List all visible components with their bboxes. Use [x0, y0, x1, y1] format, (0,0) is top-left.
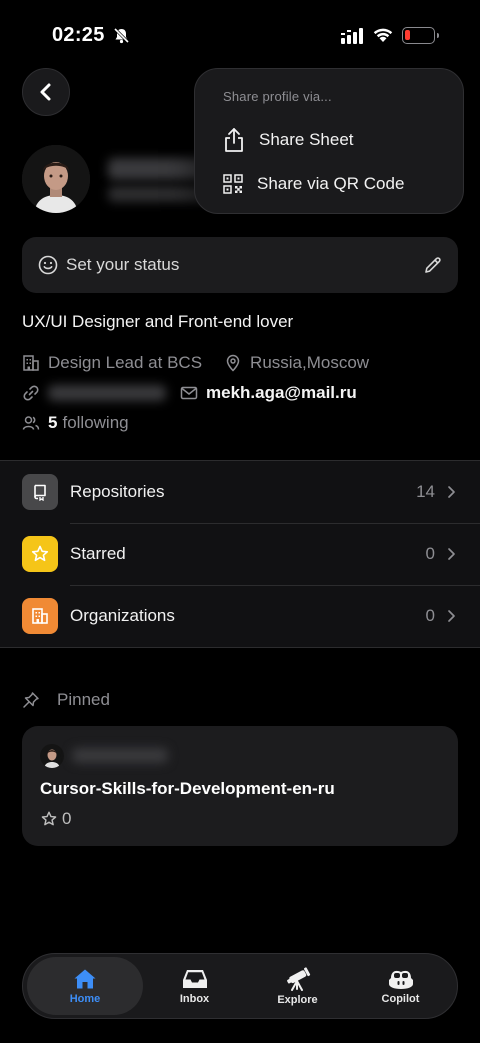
tab-copilot[interactable]: Copilot — [349, 957, 452, 1015]
clock: 02:25 — [52, 24, 105, 46]
tab-home-label: Home — [69, 992, 101, 1005]
set-status-label: Set your status — [66, 255, 180, 274]
repositories-count: 14 — [416, 482, 435, 501]
chevron-right-icon — [447, 609, 456, 623]
star-icon — [22, 536, 58, 572]
profile-sections-list: Repositories 14 Starred 0 Organizations … — [0, 460, 480, 648]
tab-inbox[interactable]: Inbox — [143, 957, 246, 1015]
repo-icon — [22, 474, 58, 510]
pinned-repo-name: Cursor-Skills-for-Development-en-ru — [40, 779, 335, 798]
profile-bio: UX/UI Designer and Front-end lover — [22, 312, 294, 331]
home-icon — [74, 969, 96, 988]
following-label: following — [62, 413, 129, 432]
battery-icon — [402, 27, 439, 44]
status-bar: 02:25 — [0, 0, 480, 70]
pencil-icon — [425, 257, 441, 273]
wifi-icon — [372, 26, 394, 48]
telescope-icon — [286, 966, 310, 991]
following-count: 5 — [48, 413, 58, 432]
back-button[interactable] — [22, 68, 70, 116]
chevron-right-icon — [447, 547, 456, 561]
location-pin-icon — [224, 354, 244, 372]
share-icon — [225, 128, 243, 152]
following-row[interactable]: 5 following — [22, 413, 129, 433]
organizations-count: 0 — [425, 606, 435, 625]
bell-muted-icon — [113, 27, 130, 49]
pinned-label: Pinned — [57, 690, 110, 709]
share-sheet-option[interactable]: Share Sheet — [223, 125, 354, 155]
share-qr-label: Share via QR Code — [257, 174, 405, 193]
tab-inbox-label: Inbox — [179, 992, 210, 1005]
link-email-row: mekh.aga@mail.ru — [22, 383, 357, 403]
profile-avatar[interactable] — [22, 145, 90, 213]
list-item-repositories[interactable]: Repositories 14 — [0, 461, 480, 523]
share-menu-title: Share profile via... — [223, 89, 332, 104]
list-item-starred[interactable]: Starred 0 — [0, 523, 480, 585]
qr-code-icon — [223, 174, 243, 194]
share-sheet-label: Share Sheet — [259, 130, 354, 149]
star-count: 0 — [62, 809, 72, 828]
share-profile-menu: Share profile via... Share Sheet Share v… — [194, 68, 464, 214]
organizations-label: Organizations — [70, 606, 175, 625]
pinned-heading: Pinned — [22, 690, 110, 710]
email-link[interactable]: mekh.aga@mail.ru — [206, 383, 357, 403]
cellular-signal-icon — [341, 28, 363, 49]
starred-label: Starred — [70, 544, 126, 563]
chevron-left-icon — [40, 83, 51, 101]
pinned-repo-card[interactable]: Cursor-Skills-for-Development-en-ru 0 — [22, 726, 458, 846]
tab-bar: Home Inbox Explore Copilot — [22, 953, 458, 1019]
list-item-organizations[interactable]: Organizations 0 — [0, 585, 480, 647]
building-icon — [22, 354, 42, 372]
smiley-icon — [38, 255, 58, 275]
tab-copilot-label: Copilot — [381, 992, 420, 1005]
tab-explore[interactable]: Explore — [246, 957, 349, 1015]
company-label: Design Lead at BCS — [48, 353, 203, 372]
company-location-row: Design Lead at BCS Russia,Moscow — [22, 353, 369, 373]
location-label: Russia,Moscow — [250, 353, 370, 372]
link-icon — [22, 384, 42, 402]
set-status-button[interactable]: Set your status — [22, 237, 458, 293]
people-icon — [22, 414, 42, 432]
redacted-owner-name — [72, 748, 168, 763]
tab-home[interactable]: Home — [27, 957, 143, 1015]
starred-count: 0 — [425, 544, 435, 563]
organization-icon — [22, 598, 58, 634]
tab-explore-label: Explore — [277, 993, 318, 1006]
redacted-website[interactable] — [48, 385, 166, 401]
repositories-label: Repositories — [70, 482, 165, 501]
star-outline-icon — [41, 811, 57, 826]
chevron-right-icon — [447, 485, 456, 499]
owner-avatar — [40, 744, 64, 768]
pinned-repo-stars: 0 — [40, 809, 71, 829]
inbox-icon — [182, 969, 207, 988]
pin-icon — [23, 692, 39, 708]
copilot-icon — [388, 970, 413, 989]
share-qr-option[interactable]: Share via QR Code — [223, 169, 404, 199]
mail-icon — [180, 384, 200, 402]
